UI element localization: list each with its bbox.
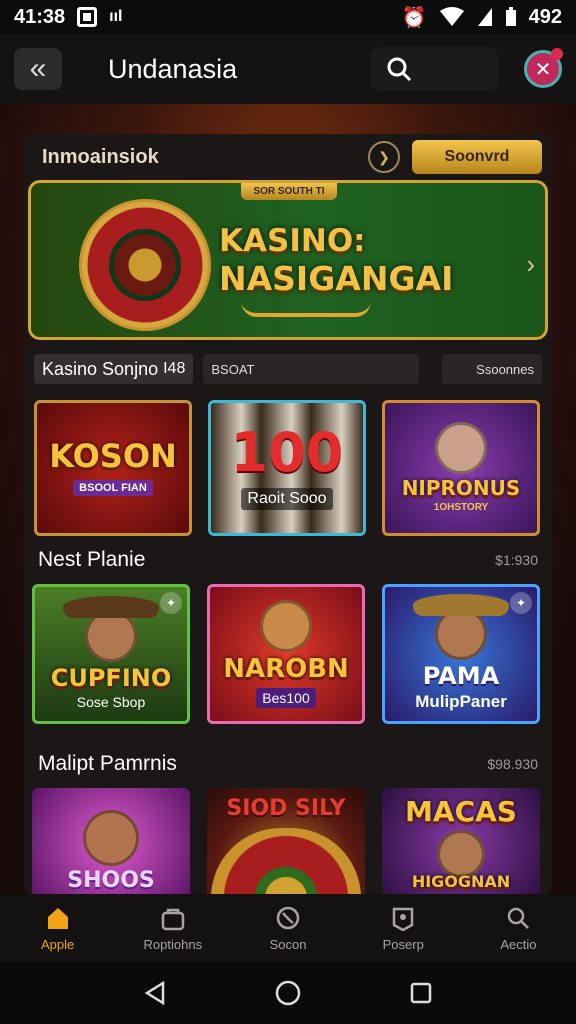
user-icon [392,907,414,931]
game-title: 100 [230,421,344,484]
game-card[interactable]: ✦ PAMA MulipPaner [382,584,540,724]
notification-dot [551,48,563,60]
double-chevron-left-icon: « [29,52,47,85]
nav-label: Aectio [500,936,537,952]
header-pill-button[interactable]: Soonvrd [412,140,542,174]
wifi-icon [439,7,464,26]
tab-kasino-sonjno[interactable]: Kasino Sonjno I48 [34,354,194,384]
nav-apple[interactable]: Apple [0,894,115,962]
section-header: Malipt Pamrnis $98.930 [38,752,538,776]
tab-bsoat[interactable]: BSOAT [203,354,420,384]
game-card[interactable]: ✦ CUPFINO Sose Sbop [32,584,190,724]
favorite-icon[interactable]: ✦ [510,592,532,614]
alarm-icon: ⏰ [401,6,427,29]
banner-ribbon: SOR SOUTH TI [241,183,337,200]
app-bar: « Undanasia ✕ [0,34,576,104]
game-caption: MulipPaner [415,692,507,711]
banner-title-line1: KASINO: [219,223,366,259]
back-triangle-icon[interactable] [143,980,167,1006]
game-title: PAMA [422,662,500,690]
game-title: CUPFINO [50,664,172,692]
roulette-wheel-icon [79,199,211,331]
game-caption: 1OHSTORY [433,501,489,513]
banner-swoosh [241,301,371,317]
character-portrait-icon [437,830,485,878]
game-subtitle: HIGOGNAN [411,872,511,891]
back-button[interactable]: « [14,48,62,90]
nav-label: Poserp [382,936,424,952]
game-title: KOSON [49,437,177,475]
recents-square-icon[interactable] [409,981,433,1005]
game-caption: BSOOL FIAN [73,480,153,496]
game-caption: Bes100 [256,688,316,708]
panel-header: Inmoainsiok ❯ Soonvrd [24,134,552,180]
roulette-wheel-icon [211,828,361,894]
game-card[interactable]: NAROBN Bes100 [207,584,365,724]
nav-aectio[interactable]: Aectio [461,894,576,962]
nav-roptiohns[interactable]: Roptiohns [115,894,230,962]
content-panel: Inmoainsiok ❯ Soonvrd SOR SOUTH TI KASIN… [24,134,552,894]
game-card[interactable]: SIOD SILY [207,788,365,894]
status-time: 41:38 [14,5,66,28]
signal-text-icon: ııl [109,8,123,25]
game-title: SHOOS [67,868,155,893]
app-title: Undanasia [108,53,238,84]
profile-avatar-button[interactable]: ✕ [524,48,563,88]
system-navigation-bar [0,962,576,1024]
game-title: NIPRONUS [401,475,521,500]
nav-label: Socon [269,936,307,952]
game-card[interactable]: MACAS HIGOGNAN [382,788,540,894]
filter-button[interactable]: ❯ [368,141,400,173]
nav-label: Apple [40,936,75,952]
section-value: $98.930 [487,756,538,772]
nav-poserp[interactable]: Poserp [346,894,461,962]
bottom-navigation: Apple Roptiohns Socon Poserp Aectio [0,894,576,962]
favorite-icon[interactable]: ✦ [160,592,182,614]
panel-title: Inmoainsiok [42,145,159,168]
hat-icon [63,596,159,618]
bag-icon [161,908,185,930]
search-button[interactable] [370,47,498,91]
hat-icon [413,594,509,616]
game-card[interactable]: SHOOS [32,788,190,894]
search-icon [508,907,530,929]
section-title: Malipt Pamrnis [38,752,177,775]
category-tabs: Kasino Sonjno I48 BSOAT Ssoonnes [34,354,542,384]
section-value: $1:930 [495,552,538,568]
game-caption: Sose Sbop [76,694,146,710]
tab-ssoonnes[interactable]: Ssoonnes [442,354,542,384]
cell-signal-icon [477,8,492,26]
nav-label: Roptiohns [143,936,203,952]
character-portrait-icon [83,810,139,866]
close-x-icon: ✕ [534,58,552,81]
status-bar: 41:38 ııl ⏰ 492 [0,0,576,34]
banner-next-button[interactable]: › [526,249,535,280]
home-icon [47,907,68,929]
section-header: Nest Planie $1:930 [38,548,538,572]
battery-icon [505,7,516,26]
character-portrait-icon [260,600,312,652]
notification-icon [77,7,98,27]
character-portrait-icon [435,421,487,474]
game-title: MACAS [405,795,517,828]
banner-title-line2: NASIGANGAI [219,259,454,298]
game-title: SIOD SILY [226,796,346,821]
game-card[interactable]: NIPRONUS 1OHSTORY [382,400,540,536]
game-card[interactable]: KOSON BSOOL FIAN [34,400,192,536]
game-card[interactable]: 100 Raoit Sooo [208,400,366,536]
battery-level: 492 [528,5,562,28]
home-circle-icon[interactable] [274,979,302,1007]
nav-socon[interactable]: Socon [230,894,345,962]
game-caption: Raoit Sooo [241,488,333,510]
section-title: Nest Planie [38,548,146,571]
chevron-circle-icon: ❯ [378,148,390,165]
globe-icon [276,906,300,929]
game-title: NAROBN [223,654,349,684]
promo-banner[interactable]: SOR SOUTH TI KASINO: NASIGANGAI › [28,180,548,340]
search-icon [387,57,412,82]
